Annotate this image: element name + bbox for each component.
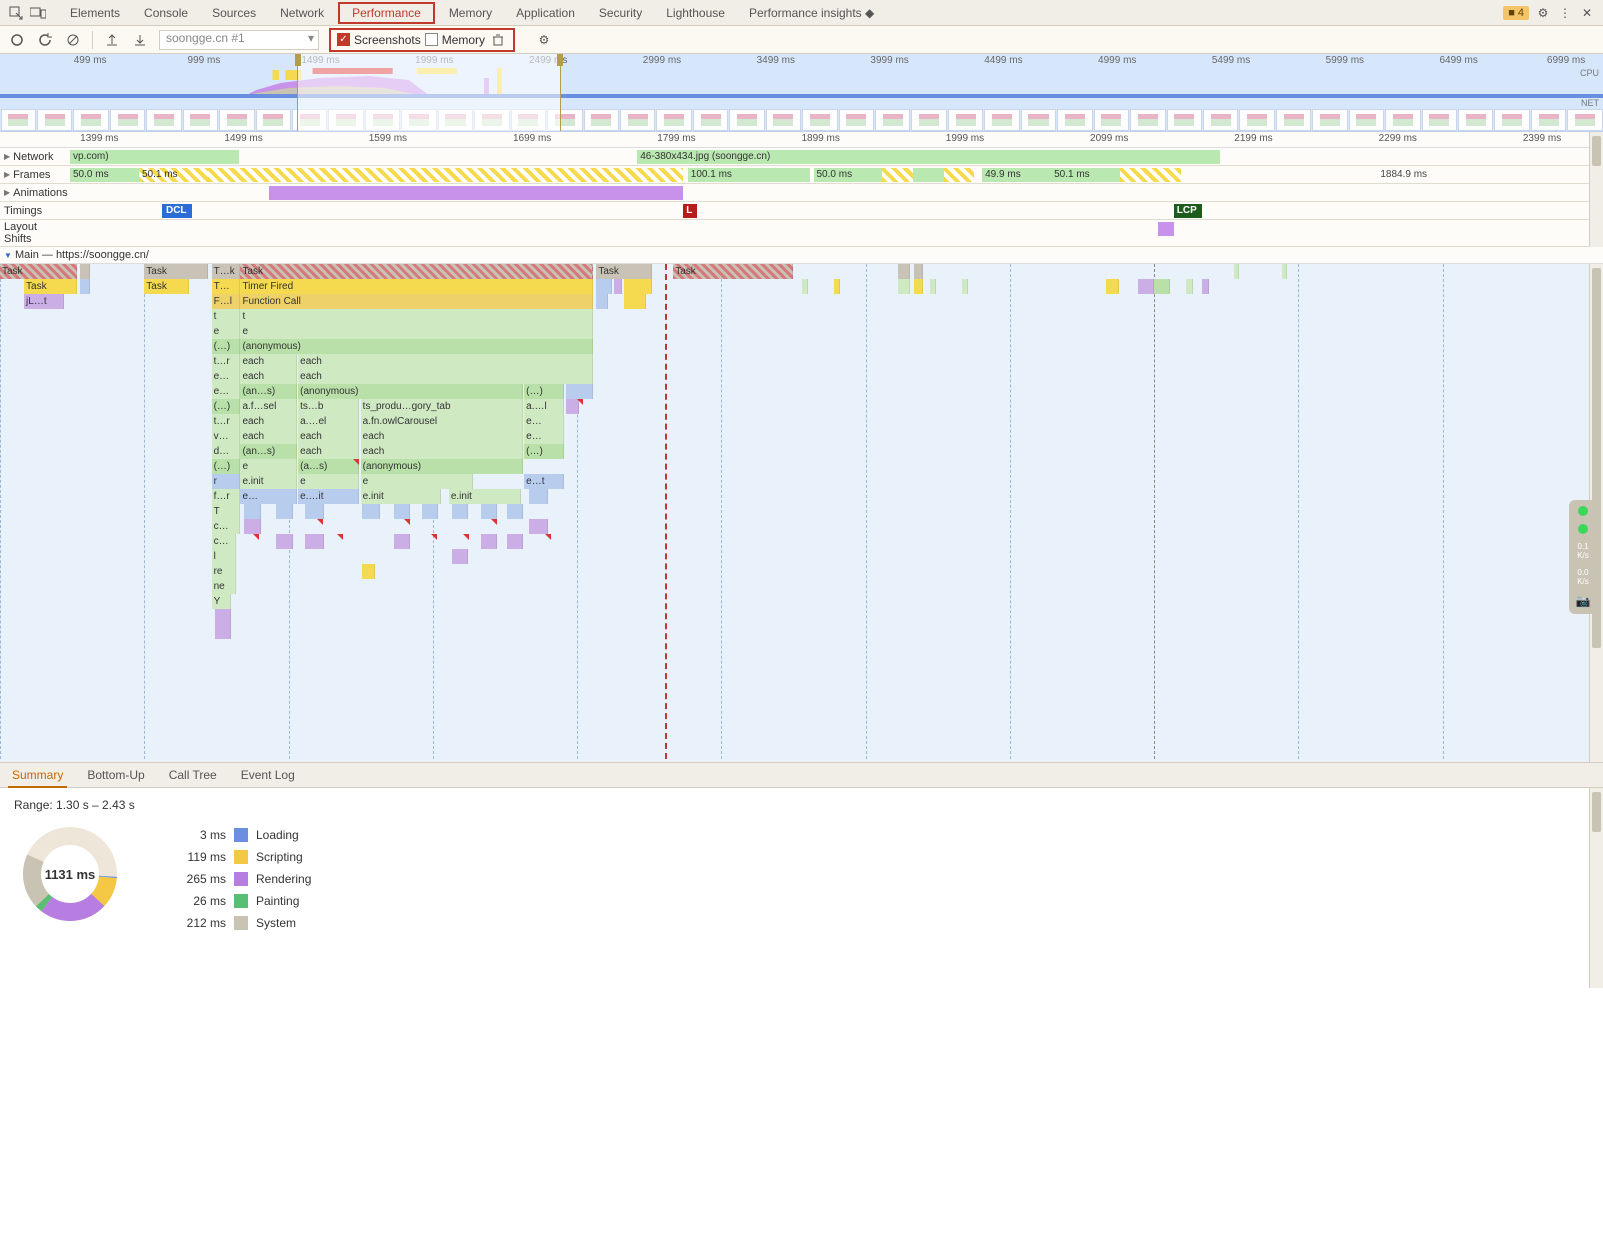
capture-settings-icon[interactable]: ⚙ bbox=[535, 31, 553, 49]
tab-console[interactable]: Console bbox=[132, 0, 200, 26]
tab-application[interactable]: Application bbox=[504, 0, 587, 26]
track-animations[interactable]: ▶Animations bbox=[0, 184, 1603, 202]
inspect-icon[interactable] bbox=[8, 5, 24, 21]
tab-lighthouse[interactable]: Lighthouse bbox=[654, 0, 737, 26]
summary-total: 1131 ms bbox=[20, 824, 120, 924]
summary-panel: Range: 1.30 s – 2.43 s 1131 ms 3 msLoadi… bbox=[0, 788, 1603, 988]
flame-chart[interactable]: Task Task T…k Task Task Task Task Task T… bbox=[0, 264, 1603, 759]
device-icon[interactable] bbox=[30, 5, 46, 21]
summary-legend: 3 msLoading 119 msScripting 265 msRender… bbox=[170, 824, 311, 934]
devtools-tabbar: Elements Console Sources Network Perform… bbox=[0, 0, 1603, 26]
legend-scripting: 119 msScripting bbox=[170, 846, 311, 868]
kebab-icon[interactable]: ⋮ bbox=[1557, 5, 1573, 21]
track-network[interactable]: ▶Network vp.com) 46-380x434.jpg (soongge… bbox=[0, 148, 1603, 166]
screenshot-thumbs[interactable] bbox=[0, 109, 1603, 131]
warnings-badge[interactable]: ■ 4 bbox=[1503, 6, 1529, 20]
overview-selection[interactable] bbox=[297, 54, 561, 131]
tab-bottomup[interactable]: Bottom-Up bbox=[83, 762, 148, 788]
tab-performance[interactable]: Performance bbox=[338, 2, 435, 24]
gear-icon[interactable]: ⚙ bbox=[1535, 5, 1551, 21]
download-icon[interactable] bbox=[131, 31, 149, 49]
overview-strip[interactable]: 499 ms 999 ms 1499 ms 1999 ms 2499 ms 29… bbox=[0, 54, 1603, 132]
tab-security[interactable]: Security bbox=[587, 0, 654, 26]
summary-scrollbar[interactable] bbox=[1589, 788, 1603, 988]
tab-elements[interactable]: Elements bbox=[58, 0, 132, 26]
network-meter: 0.1K/s 0.0K/s 📷 bbox=[1569, 500, 1597, 614]
legend-loading: 3 msLoading bbox=[170, 824, 311, 846]
tab-sources[interactable]: Sources bbox=[200, 0, 268, 26]
tab-perf-insights[interactable]: Performance insights ◆ bbox=[737, 0, 886, 26]
memory-label: Memory bbox=[442, 33, 485, 47]
summary-donut: 1131 ms bbox=[20, 824, 120, 924]
tab-eventlog[interactable]: Event Log bbox=[237, 762, 299, 788]
timeline-ruler: 1399 ms 1499 ms 1599 ms 1699 ms 1799 ms … bbox=[0, 132, 1603, 148]
net-label: NET bbox=[1581, 98, 1599, 108]
details-tabs: Summary Bottom-Up Call Tree Event Log bbox=[0, 762, 1603, 788]
reload-icon[interactable] bbox=[36, 31, 54, 49]
clear-icon[interactable] bbox=[64, 31, 82, 49]
flamechart-area[interactable]: 1399 ms 1499 ms 1599 ms 1699 ms 1799 ms … bbox=[0, 132, 1603, 762]
memory-checkbox[interactable] bbox=[425, 33, 438, 46]
track-layout-shifts[interactable]: Layout Shifts bbox=[0, 220, 1603, 247]
tab-memory[interactable]: Memory bbox=[437, 0, 504, 26]
summary-range: Range: 1.30 s – 2.43 s bbox=[14, 798, 1589, 812]
gc-icon[interactable] bbox=[489, 31, 507, 49]
screenshots-checkbox[interactable]: ✓ bbox=[337, 33, 350, 46]
tab-calltree[interactable]: Call Tree bbox=[165, 762, 221, 788]
perf-toolbar: soongge.cn #1 ✓ Screenshots Memory ⚙ bbox=[0, 26, 1603, 54]
upload-icon[interactable] bbox=[103, 31, 121, 49]
record-icon[interactable] bbox=[8, 31, 26, 49]
legend-rendering: 265 msRendering bbox=[170, 868, 311, 890]
track-timings[interactable]: Timings FP DCL L LCP bbox=[0, 202, 1603, 220]
legend-painting: 26 msPainting bbox=[170, 890, 311, 912]
capture-options: ✓ Screenshots Memory bbox=[329, 28, 515, 52]
legend-system: 212 msSystem bbox=[170, 912, 311, 934]
camera-icon[interactable]: 📷 bbox=[1576, 594, 1591, 608]
screenshots-label: Screenshots bbox=[354, 33, 421, 47]
tab-network[interactable]: Network bbox=[268, 0, 336, 26]
main-thread-label[interactable]: ▼ Main — https://soongge.cn/ bbox=[0, 247, 1603, 264]
tab-summary[interactable]: Summary bbox=[8, 762, 67, 788]
close-icon[interactable]: ✕ bbox=[1579, 5, 1595, 21]
tracks-scrollbar[interactable] bbox=[1589, 132, 1603, 247]
session-select[interactable]: soongge.cn #1 bbox=[159, 30, 319, 50]
overview-ruler: 499 ms 999 ms 1499 ms 1999 ms 2499 ms 29… bbox=[0, 54, 1603, 68]
track-frames[interactable]: ▶Frames 50.0 ms 50.1 ms 100.1 ms 50.0 ms… bbox=[0, 166, 1603, 184]
